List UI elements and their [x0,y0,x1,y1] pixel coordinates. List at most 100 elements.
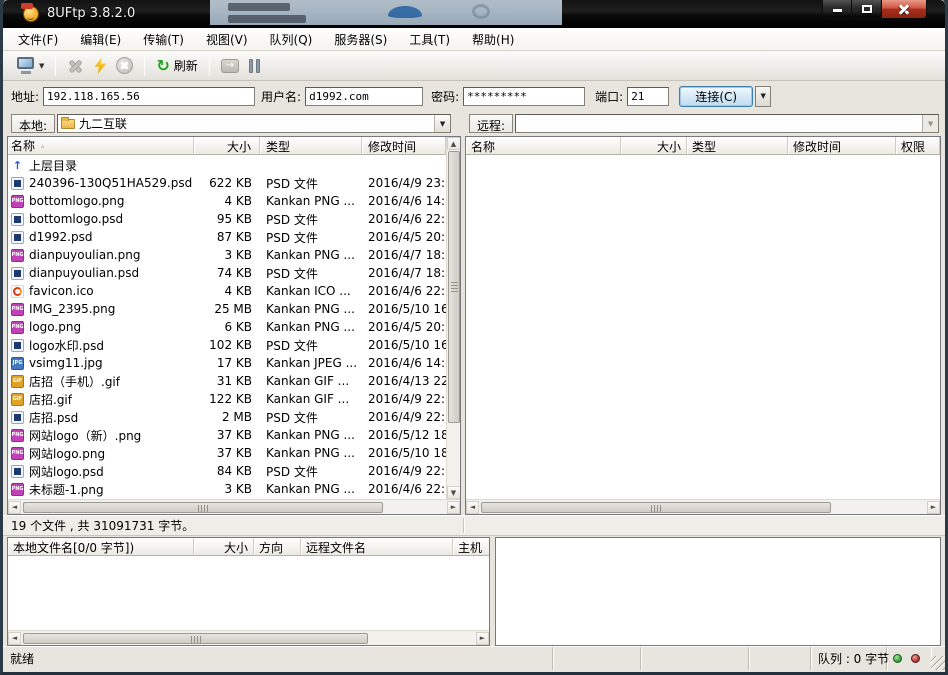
scrollbar-thumb[interactable] [23,502,383,513]
table-row[interactable]: PNG网站logo（新）.png37 KBKankan PNG ...2016/… [8,426,446,444]
table-row[interactable]: favicon.ico4 KBKankan ICO ...2016/4/6 22… [8,282,446,300]
scrollbar-thumb[interactable] [23,633,368,644]
minimize-button[interactable] [822,0,852,19]
menu-item-0[interactable]: 文件(F) [7,28,69,51]
computer-icon [16,57,36,74]
port-input[interactable] [627,87,669,106]
column-header-1[interactable]: 大小 [194,137,260,155]
file-size: 95 KB [194,212,260,226]
table-row[interactable]: PNG未标题-1.png3 KBKankan PNG ...2016/4/6 2… [8,480,446,498]
psd-file-icon [11,231,24,244]
local-path-combo[interactable]: 九二互联 ▼ [57,114,451,133]
connect-button-label: 连接(C) [695,88,737,105]
file-type: Kankan ICO ... [260,284,362,298]
file-type: PSD 文件 [260,229,362,246]
menu-item-6[interactable]: 工具(T) [398,28,461,51]
table-row[interactable]: 网站logo.psd84 KBPSD 文件2016/4/9 22: [8,462,446,480]
queue-horizontal-scrollbar[interactable]: ◄ ► [8,630,489,645]
local-vertical-scrollbar[interactable]: ▲ ▼ [446,137,460,499]
disconnect-button[interactable] [62,53,89,79]
table-row[interactable]: bottomlogo.psd95 KBPSD 文件2016/4/6 22: [8,210,446,228]
pause-button[interactable] [244,53,265,79]
column-header-2[interactable]: 方向 [254,538,301,556]
table-row[interactable]: GIF店招.gif122 KBKankan GIF ...2016/4/9 22… [8,390,446,408]
column-header-2[interactable]: 类型 [260,137,362,155]
table-row[interactable]: logo水印.psd102 KBPSD 文件2016/5/10 16 [8,336,446,354]
table-row[interactable]: PNG网站logo.png37 KBKankan PNG ...2016/5/1… [8,444,446,462]
column-header-3[interactable]: 修改时间 [362,137,446,155]
file-size: 622 KB [194,176,260,190]
maximize-button[interactable] [852,0,882,19]
scroll-right-icon[interactable]: ► [476,632,489,645]
menu-item-2[interactable]: 传输(T) [132,28,195,51]
menu-item-3[interactable]: 视图(V) [195,28,259,51]
column-header-4[interactable]: 主机 [453,538,489,556]
remote-path-combo[interactable]: ▼ [515,114,939,133]
username-input[interactable] [305,87,423,106]
chevron-down-icon: ▼ [760,92,765,100]
scroll-down-icon[interactable]: ▼ [447,486,461,499]
file-name: vsimg11.jpg [29,356,103,370]
table-row[interactable]: 店招.psd2 MBPSD 文件2016/4/9 22: [8,408,446,426]
scrollbar-thumb[interactable] [448,151,460,423]
table-row[interactable]: JPGvsimg11.jpg17 KBKankan JPEG ...2016/4… [8,354,446,372]
scroll-right-icon[interactable]: ► [447,501,460,514]
close-icon [898,4,910,15]
column-header-2[interactable]: 类型 [687,137,788,155]
table-row[interactable]: PNGbottomlogo.png4 KBKankan PNG ...2016/… [8,192,446,210]
refresh-button[interactable]: ↻ 刷新 [151,53,202,79]
table-row[interactable]: GIF店招（手机）.gif31 KBKankan GIF ...2016/4/1… [8,372,446,390]
transfer-button[interactable]: → [216,53,244,79]
file-size: 4 KB [194,194,260,208]
scroll-up-icon[interactable]: ▲ [447,137,461,150]
column-header-0[interactable]: 名称▵ [8,137,194,155]
column-header-3[interactable]: 远程文件名 [301,538,453,556]
connect-site-button[interactable]: ▼ [11,53,49,79]
file-name: 上层目录 [29,157,77,174]
column-header-0[interactable]: 本地文件名[0/0 字节]) [8,538,194,556]
address-input[interactable] [43,87,255,106]
column-header-0[interactable]: 名称 [466,137,621,155]
table-row[interactable]: dianpuyoulian.psd74 KBPSD 文件2016/4/7 18: [8,264,446,282]
column-header-3[interactable]: 修改时间 [788,137,896,155]
connect-dropdown-button[interactable]: ▼ [755,86,771,107]
table-row[interactable]: 240396-130Q51HA529.psd622 KBPSD 文件2016/4… [8,174,446,192]
table-row[interactable]: PNGdianpuyoulian.png3 KBKankan PNG ...20… [8,246,446,264]
column-header-1[interactable]: 大小 [194,538,254,556]
table-row[interactable]: PNGIMG_2395.png25 MBKankan PNG ...2016/5… [8,300,446,318]
scroll-left-icon[interactable]: ◄ [8,632,21,645]
table-row[interactable]: PNGlogo.png6 KBKankan PNG ...2016/4/5 20… [8,318,446,336]
file-date: 2016/4/7 18: [362,248,446,262]
file-name: dianpuyoulian.psd [29,266,139,280]
menu-item-5[interactable]: 服务器(S) [323,28,398,51]
column-header-1[interactable]: 大小 [621,137,687,155]
close-button[interactable] [882,0,927,19]
red-indicator-icon [911,654,920,663]
remote-horizontal-scrollbar[interactable]: ◄ ► [466,499,940,514]
menu-item-4[interactable]: 队列(Q) [259,28,324,51]
scrollbar-thumb[interactable] [481,502,831,513]
table-row[interactable]: d1992.psd87 KBPSD 文件2016/4/5 20: [8,228,446,246]
connect-button[interactable]: 连接(C) [679,86,753,107]
file-type: PSD 文件 [260,463,362,480]
quick-connect-button[interactable] [89,53,111,79]
remote-file-pane: 名称大小类型修改时间权限 ◄ ► [465,136,941,515]
scroll-right-icon[interactable]: ► [927,501,940,514]
menu-item-1[interactable]: 编辑(E) [69,28,132,51]
column-header-4[interactable]: 权限 [896,137,940,155]
title-bar[interactable]: 8UFtp 3.8.2.0 [3,0,945,28]
local-path-dropdown[interactable]: ▼ [434,115,450,132]
remote-path-section: 远程: ▼ [461,114,945,133]
menu-item-7[interactable]: 帮助(H) [461,28,525,51]
table-row[interactable]: ↑上层目录 [8,156,446,174]
stop-button[interactable] [111,53,138,79]
stop-icon [116,57,133,74]
scroll-left-icon[interactable]: ◄ [8,501,21,514]
resize-grip[interactable] [931,656,945,670]
disconnect-icon [67,58,84,74]
file-date: 2016/5/10 16 [362,338,446,352]
scroll-left-icon[interactable]: ◄ [466,501,479,514]
remote-label: 远程: [469,114,513,133]
password-input[interactable] [463,87,585,106]
local-horizontal-scrollbar[interactable]: ◄ ► [8,499,460,514]
